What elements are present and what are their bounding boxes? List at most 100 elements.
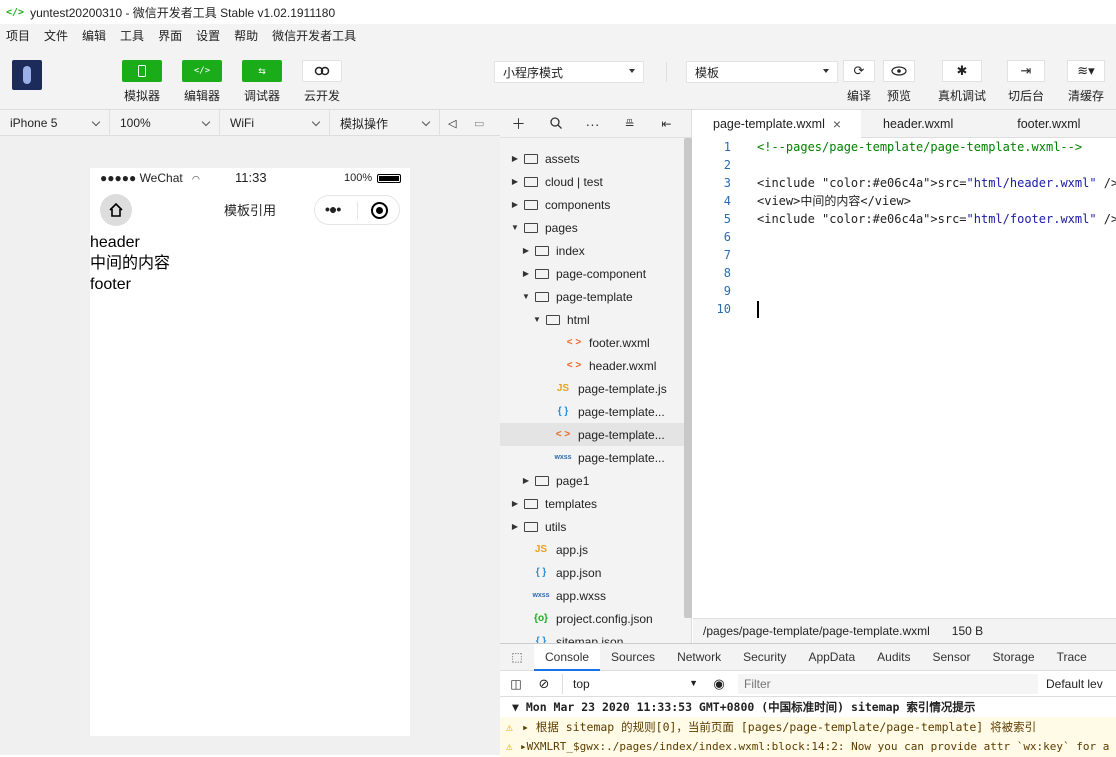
tree-item[interactable]: ▶ page-component	[500, 262, 684, 285]
tree-item-label: page-component	[556, 266, 647, 281]
middle-content-text: 中间的内容	[90, 255, 171, 272]
folder-icon	[535, 245, 549, 256]
mode-select[interactable]: 小程序模式	[494, 61, 644, 83]
tree-item[interactable]: < > header.wxml	[500, 354, 684, 377]
log-warning[interactable]: ⚠ ▸WXMLRT_$gwx:./pages/index/index.wxml:…	[500, 737, 1116, 757]
tree-item[interactable]: ▼ pages	[500, 216, 684, 239]
tree-item-label: index	[556, 243, 585, 258]
code-line[interactable]: <include "color:#e06c4a">src="html/heade…	[757, 174, 1116, 192]
tab-audits[interactable]: Audits	[866, 644, 921, 671]
cloud-dev-button[interactable]: 云开发	[302, 60, 342, 104]
more-menu-icon[interactable]: •●•	[325, 201, 341, 217]
tree-item[interactable]: < > footer.wxml	[500, 331, 684, 354]
tree-item[interactable]: { } app.json	[500, 561, 684, 584]
compile-mode-select[interactable]: 模板	[686, 61, 838, 83]
search-icon[interactable]	[537, 116, 574, 132]
more-options-icon[interactable]: ···	[574, 116, 611, 132]
tree-item[interactable]: { } sitemap.json	[500, 630, 684, 644]
phone-icon	[122, 60, 162, 82]
debug-icon: ⇆	[242, 60, 282, 82]
tree-item[interactable]: ▶ index	[500, 239, 684, 262]
simulator-toggle-button[interactable]: 模拟器	[122, 60, 162, 104]
tree-item[interactable]: JS page-template.js	[500, 377, 684, 400]
user-avatar[interactable]	[12, 60, 42, 90]
eye-icon[interactable]: ◉	[706, 676, 732, 692]
zoom-select[interactable]: 100%	[110, 110, 220, 136]
home-button[interactable]	[100, 194, 132, 226]
text-cursor	[757, 301, 759, 318]
tab-security[interactable]: Security	[732, 644, 797, 671]
code-editor[interactable]: 1 <!--pages/page-template/page-template.w…	[693, 138, 1116, 618]
line-number: 4	[723, 194, 731, 208]
menu-item-help[interactable]: 帮助	[234, 27, 258, 44]
console-filter-input[interactable]	[738, 673, 1038, 694]
network-select[interactable]: WiFi	[220, 110, 330, 136]
js-file-icon: JS	[534, 544, 548, 555]
chevron-down-icon: ▼	[522, 292, 530, 301]
device-select[interactable]: iPhone 5	[0, 110, 110, 136]
debugger-toggle-button[interactable]: ⇆ 调试器	[242, 60, 282, 104]
remote-debug-button[interactable]: ✱ 真机调试	[938, 60, 986, 104]
simulate-operation-select[interactable]: 模拟操作	[330, 110, 440, 136]
sidebar-toggle-icon[interactable]: ◫	[500, 677, 532, 691]
code-line[interactable]: <view>中间的内容</view>	[757, 192, 911, 210]
tree-item[interactable]: ▶ cloud | test	[500, 170, 684, 193]
menu-item-project[interactable]: 项目	[6, 27, 30, 44]
tab-header-wxml[interactable]: header.wxml	[861, 110, 973, 138]
preview-button[interactable]: 预览	[883, 60, 915, 104]
tree-item[interactable]: ▶ assets	[500, 147, 684, 170]
toggle-sidebar-icon[interactable]: ⇤	[648, 117, 685, 131]
simulate-operation-value: 模拟操作	[340, 116, 389, 131]
menu-item-settings[interactable]: 设置	[196, 27, 220, 44]
file-tree-scrollbar[interactable]	[684, 138, 692, 618]
simulator-label: 模拟器	[123, 89, 160, 103]
add-file-icon[interactable]: ＋	[500, 114, 537, 134]
popout-button[interactable]: ▭	[468, 110, 498, 136]
phone-screen[interactable]: ●●●●● WeChat ◠ 11:33 100% 模板引用 •●• heade…	[90, 168, 410, 736]
code-line[interactable]: <!--pages/page-template/page-template.wx…	[757, 138, 1082, 156]
tab-network[interactable]: Network	[666, 644, 732, 671]
tree-item[interactable]: ▼ html	[500, 308, 684, 331]
menu-item-edit[interactable]: 编辑	[82, 27, 106, 44]
mode-select-value: 小程序模式	[503, 65, 564, 80]
tree-item[interactable]: wxss app.wxss	[500, 584, 684, 607]
tree-item[interactable]: JS app.js	[500, 538, 684, 561]
tab-page-template-wxml[interactable]: page-template.wxml ×	[693, 110, 862, 138]
tree-item[interactable]: ▶ templates	[500, 492, 684, 515]
menu-item-tools[interactable]: 工具	[120, 27, 144, 44]
menu-item-file[interactable]: 文件	[44, 27, 68, 44]
mute-button[interactable]: ◁	[440, 110, 468, 136]
tree-item[interactable]: ▶ utils	[500, 515, 684, 538]
switch-background-button[interactable]: ⇥ 切后台	[1007, 60, 1045, 104]
editor-toggle-button[interactable]: </> 编辑器	[182, 60, 222, 104]
tab-footer-wxml[interactable]: footer.wxml	[973, 110, 1100, 138]
compile-button[interactable]: ⟳ 编译	[843, 60, 875, 104]
tree-item[interactable]: {o} project.config.json	[500, 607, 684, 630]
explorer-toolbar: ＋ ··· ≞ ⇤	[500, 110, 691, 138]
log-levels-select[interactable]: Default lev	[1046, 677, 1103, 691]
tree-item[interactable]: ▶ components	[500, 193, 684, 216]
inspect-element-icon[interactable]: ⬚	[500, 650, 534, 664]
clear-cache-button[interactable]: ≋▾ 清缓存	[1067, 60, 1105, 104]
tab-console[interactable]: Console	[534, 643, 601, 671]
log-warning[interactable]: ⚠ ▸ 根据 sitemap 的规则[0]，当前页面 [pages/page-t…	[500, 717, 1116, 737]
tab-appdata[interactable]: AppData	[797, 644, 866, 671]
clear-console-icon[interactable]: ⊘	[532, 676, 556, 692]
tree-item[interactable]: ▶ page1	[500, 469, 684, 492]
tab-sensor[interactable]: Sensor	[922, 644, 982, 671]
tree-item[interactable]: < > page-template...	[500, 423, 684, 446]
tab-sources[interactable]: Sources	[600, 644, 666, 671]
menu-item-devtools[interactable]: 微信开发者工具	[272, 27, 356, 44]
tab-trace[interactable]: Trace	[1046, 644, 1098, 671]
log-group-header[interactable]: ▼ Mon Mar 23 2020 11:33:53 GMT+0800 (中国标…	[500, 697, 1116, 717]
tree-item[interactable]: { } page-template...	[500, 400, 684, 423]
close-icon[interactable]: ×	[833, 116, 841, 132]
tab-storage[interactable]: Storage	[982, 644, 1046, 671]
menu-item-view[interactable]: 界面	[158, 27, 182, 44]
tree-item[interactable]: wxss page-template...	[500, 446, 684, 469]
close-miniprogram-icon[interactable]	[371, 202, 388, 219]
collapse-all-icon[interactable]: ≞	[611, 117, 648, 131]
tree-item[interactable]: ▼ page-template	[500, 285, 684, 308]
context-select[interactable]: top ▼	[562, 673, 706, 694]
code-line[interactable]: <include "color:#e06c4a">src="html/foote…	[757, 210, 1116, 228]
